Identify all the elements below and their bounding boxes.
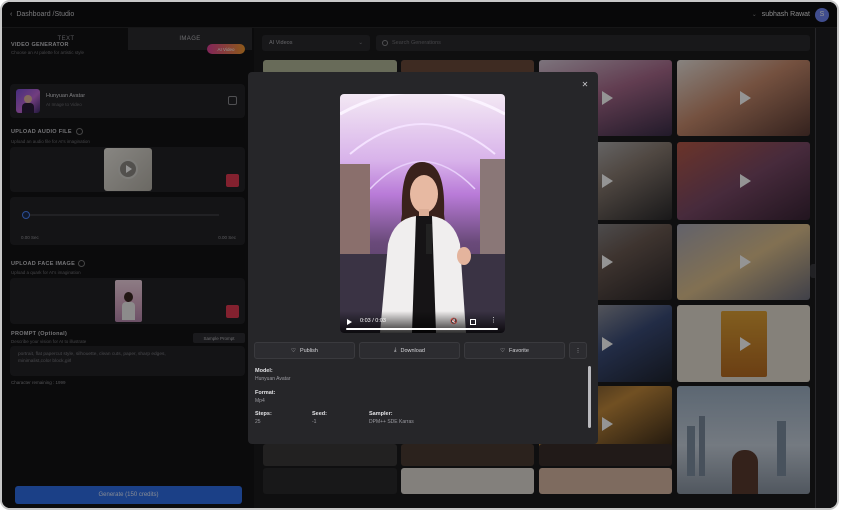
format-value: Mp4 [255,398,265,404]
generation-detail-modal: ✕ 0:03 / 0:03 🔇 ⋮ ♡ Publish ⤓ Download ♡… [248,72,598,444]
download-icon: ⤓ [394,347,397,353]
modal-scrollbar[interactable] [588,366,591,428]
fullscreen-icon[interactable] [470,319,476,325]
heart-icon: ♡ [291,347,296,354]
video-controls: 0:03 / 0:03 🔇 ⋮ [340,311,505,333]
video-player[interactable]: 0:03 / 0:03 🔇 ⋮ [340,94,505,333]
mute-icon[interactable]: 🔇 [450,318,457,325]
seed-label: Seed: [312,411,327,417]
right-strip [815,28,837,508]
publish-label: Publish [299,347,318,354]
seed-value: -1 [312,419,317,425]
heart-icon: ♡ [500,347,506,354]
more-vertical-icon: ⋮ [575,347,581,354]
video-frame-illustration [340,94,505,333]
video-time: 0:03 / 0:03 [360,318,386,324]
favorite-button[interactable]: ♡ Favorite [464,342,565,359]
sampler-value: DPM++ SDE Karras [369,419,414,425]
sampler-label: Sampler: [369,411,393,417]
close-icon[interactable]: ✕ [580,80,590,90]
more-options-button[interactable]: ⋮ [569,342,587,359]
play-icon[interactable] [347,319,352,325]
model-value: Hunyuan Avatar [255,376,291,382]
download-label: Download [400,347,425,354]
publish-button[interactable]: ♡ Publish [254,342,355,359]
download-button[interactable]: ⤓ Download [359,342,460,359]
more-options-icon[interactable]: ⋮ [490,316,497,324]
model-label: Model: [255,368,273,374]
format-label: Format: [255,390,276,396]
favorite-label: Favorite [509,347,529,354]
app-window: ‹ Dashboard /Studio ⌄ subhash Rawat S TE… [0,0,839,510]
steps-value: 25 [255,419,261,425]
steps-label: Steps: [255,411,272,417]
video-progress-bar[interactable] [346,328,498,330]
